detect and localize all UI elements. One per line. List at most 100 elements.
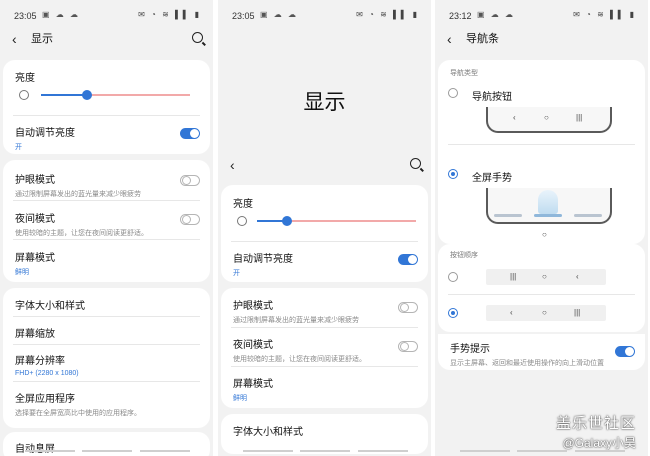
auto-brightness-toggle[interactable] bbox=[180, 128, 200, 139]
notification-icons: ▣ ☁ ☁ bbox=[477, 10, 516, 19]
screen-mode-value: 鲜明 bbox=[233, 395, 247, 402]
auto-brightness-toggle[interactable] bbox=[398, 254, 418, 265]
screen-mode-row[interactable]: 屏幕模式 鲜明 bbox=[233, 375, 418, 403]
gesture-pill-right bbox=[574, 214, 602, 217]
font-size-item[interactable]: 字体大小和样式 bbox=[15, 297, 200, 312]
back-arrow-icon[interactable]: ‹ bbox=[12, 28, 17, 50]
notification-icons: ▣ ☁ ☁ bbox=[260, 10, 299, 19]
back-key-icon: ‹ bbox=[576, 272, 579, 281]
order-option-1-preview: ||| ○ ‹ bbox=[486, 269, 606, 285]
button-order-card: 按钮顺序 ||| ○ ‹ ‹ ○ ||| bbox=[438, 244, 645, 332]
auto-brightness-row[interactable]: 自动调节亮度 开 bbox=[15, 124, 200, 152]
status-bar: 23:05 ▣ ☁ ☁ ✉ ◔ ≋ ▌▌ ▮ bbox=[218, 0, 431, 30]
search-icon[interactable] bbox=[410, 158, 421, 169]
more-card: 自动息屏 bbox=[3, 432, 210, 456]
screen-mode-row[interactable]: 屏幕模式 鲜明 bbox=[15, 249, 200, 277]
back-arrow-icon[interactable]: ‹ bbox=[230, 154, 235, 176]
eye-comfort-row[interactable]: 护眼模式 通过限制屏幕发出的蓝光量来减少眼疲劳 bbox=[15, 171, 200, 199]
sun-icon bbox=[237, 216, 247, 226]
auto-brightness-value: 开 bbox=[233, 270, 240, 277]
system-status-icons: ✉ ◔ ≋ ▌▌ ▮ bbox=[138, 10, 201, 19]
button-order-header: 按钮顺序 bbox=[450, 252, 478, 259]
brightness-slider[interactable] bbox=[257, 216, 416, 226]
order-option-2-radio[interactable] bbox=[448, 308, 458, 318]
font-size-item[interactable]: 字体大小和样式 bbox=[233, 423, 418, 438]
auto-brightness-row[interactable]: 自动调节亮度 开 bbox=[233, 250, 418, 278]
gesture-hints-card: 手势提示 显示主屏幕、返回和最近使用操作的向上滑动位置 bbox=[438, 334, 645, 370]
brightness-label: 亮度 bbox=[233, 199, 253, 210]
gestures-label[interactable]: 全屏手势 bbox=[472, 169, 512, 184]
night-mode-toggle[interactable] bbox=[398, 341, 418, 352]
eye-comfort-label: 护眼模式 bbox=[15, 175, 55, 186]
night-mode-label: 夜间模式 bbox=[233, 340, 273, 351]
fullscreen-apps-row[interactable]: 全屏应用程序 选择要在全屏宽高比中使用的应用程序。 bbox=[15, 390, 200, 418]
gestures-preview bbox=[486, 188, 612, 224]
brightness-slider[interactable] bbox=[41, 90, 190, 100]
auto-brightness-value: 开 bbox=[15, 144, 22, 151]
brightness-card: 亮度 自动调节亮度 开 bbox=[221, 185, 428, 282]
search-icon[interactable] bbox=[192, 32, 203, 43]
auto-rotate-item[interactable]: 自动息屏 bbox=[15, 440, 200, 455]
night-mode-label: 夜间模式 bbox=[15, 214, 55, 225]
night-mode-row[interactable]: 夜间模式 使用较暗的主题，让您在夜间阅读更舒适。 bbox=[233, 336, 418, 364]
gestures-radio[interactable] bbox=[448, 169, 458, 179]
order-option-1-radio[interactable] bbox=[448, 272, 458, 282]
resolution-label: 屏幕分辨率 bbox=[15, 356, 65, 367]
status-time: 23:12 bbox=[449, 11, 472, 21]
eye-comfort-label: 护眼模式 bbox=[233, 301, 273, 312]
night-mode-desc: 使用较暗的主题，让您在夜间阅读更舒适。 bbox=[233, 356, 366, 363]
status-bar: 23:12 ▣ ☁ ☁ ✉ ◔ ≋ ▌▌ ▮ bbox=[435, 0, 648, 30]
status-bar: 23:05 ▣ ☁ ☁ ✉ ◔ ≋ ▌▌ ▮ bbox=[0, 0, 213, 30]
page-title: 显示 bbox=[31, 33, 53, 45]
eye-comfort-toggle[interactable] bbox=[180, 175, 200, 186]
order-option-2-preview: ‹ ○ ||| bbox=[486, 305, 606, 321]
brightness-slider-thumb[interactable] bbox=[82, 90, 93, 100]
display-settings-expanded-screen: 23:05 ▣ ☁ ☁ ✉ ◔ ≋ ▌▌ ▮ 显示 ‹ 亮度 自动调节亮度 开 … bbox=[218, 0, 431, 456]
display-mode-card: 护眼模式 通过限制屏幕发出的蓝光量来减少眼疲劳 夜间模式 使用较暗的主题，让您在… bbox=[221, 288, 428, 408]
screen-zoom-item[interactable]: 屏幕缩放 bbox=[15, 325, 200, 340]
home-key-icon: ○ bbox=[542, 308, 547, 317]
status-time: 23:05 bbox=[14, 11, 37, 21]
eye-comfort-toggle[interactable] bbox=[398, 302, 418, 313]
gesture-hint-bar bbox=[218, 450, 431, 452]
screen-mode-label: 屏幕模式 bbox=[233, 379, 273, 390]
notification-icons: ▣ ☁ ☁ bbox=[42, 10, 81, 19]
night-mode-row[interactable]: 夜间模式 使用较暗的主题，让您在夜间阅读更舒适。 bbox=[15, 210, 200, 238]
watermark-user: @Galaxy小昊 bbox=[562, 436, 636, 450]
nav-buttons-label[interactable]: 导航按钮 bbox=[472, 88, 512, 103]
eye-comfort-row[interactable]: 护眼模式 通过限制屏幕发出的蓝光量来减少眼疲劳 bbox=[233, 297, 418, 325]
app-bar: ‹ 显示 bbox=[0, 28, 213, 50]
brightness-slider-thumb[interactable] bbox=[282, 216, 293, 226]
gesture-hint-bar bbox=[0, 450, 213, 452]
app-bar: ‹ bbox=[218, 154, 431, 176]
navigation-type-header: 导航类型 bbox=[450, 70, 478, 77]
resolution-value: FHD+ (2280 x 1080) bbox=[15, 370, 79, 377]
back-arrow-icon[interactable]: ‹ bbox=[447, 28, 452, 50]
night-mode-toggle[interactable] bbox=[180, 214, 200, 225]
app-bar: ‹ 导航条 bbox=[435, 28, 648, 50]
resolution-row[interactable]: 屏幕分辨率 FHD+ (2280 x 1080) bbox=[15, 352, 200, 377]
home-key-icon: ○ bbox=[544, 113, 549, 122]
recents-key-icon: ||| bbox=[510, 272, 517, 281]
watermark-site: 盖乐世社区 bbox=[555, 415, 636, 432]
eye-comfort-desc: 通过限制屏幕发出的蓝光量来减少眼疲劳 bbox=[15, 191, 141, 198]
gesture-hints-label: 手势提示 bbox=[450, 344, 490, 355]
auto-brightness-label: 自动调节亮度 bbox=[15, 128, 75, 139]
page-title: 导航条 bbox=[466, 33, 499, 45]
text-display-card: 字体大小和样式 屏幕缩放 屏幕分辨率 FHD+ (2280 x 1080) 全屏… bbox=[3, 288, 210, 428]
fullscreen-apps-label: 全屏应用程序 bbox=[15, 394, 75, 405]
screen-mode-value: 鲜明 bbox=[15, 269, 29, 276]
night-mode-desc: 使用较暗的主题，让您在夜间阅读更舒适。 bbox=[15, 230, 148, 237]
nav-buttons-radio[interactable] bbox=[448, 88, 458, 98]
gesture-hints-toggle[interactable] bbox=[615, 346, 635, 357]
gesture-pill-center bbox=[534, 214, 562, 217]
auto-brightness-label: 自动调节亮度 bbox=[233, 254, 293, 265]
screen-mode-label: 屏幕模式 bbox=[15, 253, 55, 264]
home-key-icon: ○ bbox=[542, 230, 547, 239]
status-time: 23:05 bbox=[232, 11, 255, 21]
eye-comfort-desc: 通过限制屏幕发出的蓝光量来减少眼疲劳 bbox=[233, 317, 359, 324]
gesture-hints-row[interactable]: 手势提示 显示主屏幕、返回和最近使用操作的向上滑动位置 bbox=[450, 340, 605, 368]
brightness-card: 亮度 自动调节亮度 开 bbox=[3, 60, 210, 154]
gesture-hint-bar bbox=[435, 450, 648, 452]
display-mode-card: 护眼模式 通过限制屏幕发出的蓝光量来减少眼疲劳 夜间模式 使用较暗的主题，让您在… bbox=[3, 160, 210, 282]
